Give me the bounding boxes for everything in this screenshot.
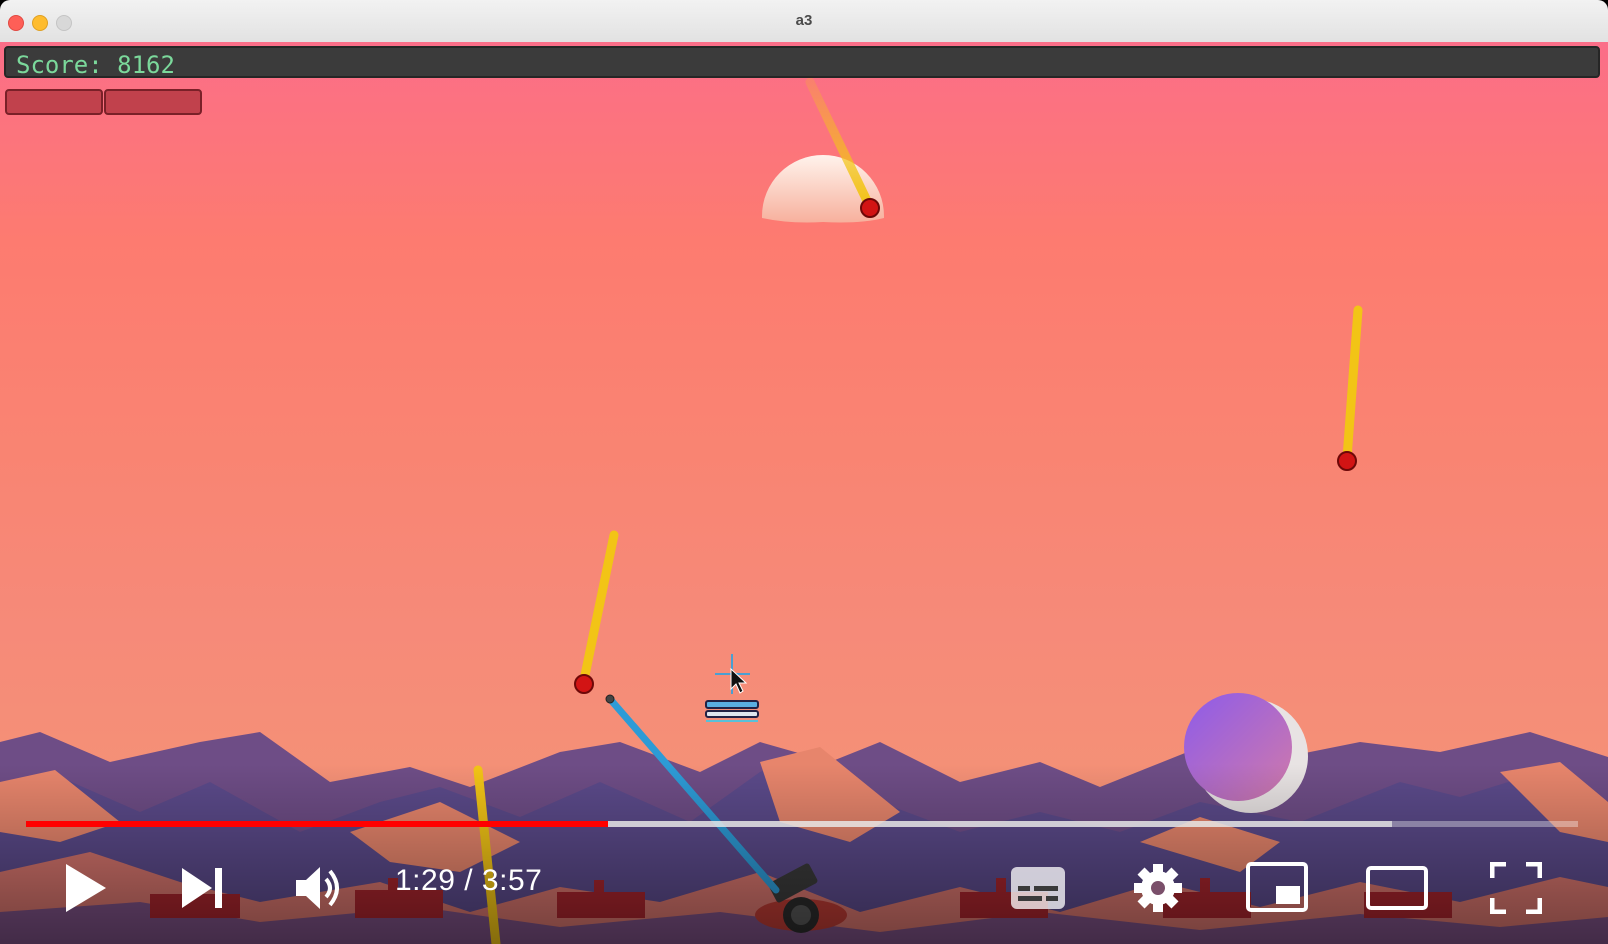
mouse-cursor-icon [730,667,748,694]
volume-button[interactable] [294,862,346,914]
health-segment [5,89,103,115]
miniplayer-icon [1246,862,1308,912]
window-title: a3 [795,12,813,29]
time-display: 1:29 / 3:57 [395,864,542,898]
window-titlebar: a3 [0,0,1608,43]
player-controls-shade [0,764,1608,944]
missile [574,530,619,694]
duration: 3:57 [481,864,543,897]
seek-bar[interactable] [26,821,1578,827]
next-button[interactable] [180,866,226,910]
missile [1337,305,1363,471]
played-bar [26,821,608,827]
miniplayer-button[interactable] [1246,862,1308,912]
play-button[interactable] [64,862,108,914]
theater-mode-button[interactable] [1366,866,1428,910]
health-segment [104,89,202,115]
score-bar: Score: 8162 [4,46,1600,79]
interceptor-head [605,694,615,704]
gear-icon [1134,864,1182,912]
theater-mode-icon [1366,866,1428,910]
fullscreen-button[interactable] [1490,862,1542,914]
screen: a3 Score: 8162 1:29 / 3:57 [0,0,1608,944]
subtitles-button[interactable] [1010,866,1066,910]
score-text: Score: 8162 [16,51,175,79]
next-icon [182,868,222,908]
settings-button[interactable] [1132,862,1184,914]
time-separator: / [464,864,474,897]
fullscreen-icon [1490,862,1542,914]
current-time: 1:29 [395,864,456,897]
volume-icon [296,867,339,909]
subtitles-icon [1011,867,1065,909]
play-icon [66,864,106,912]
